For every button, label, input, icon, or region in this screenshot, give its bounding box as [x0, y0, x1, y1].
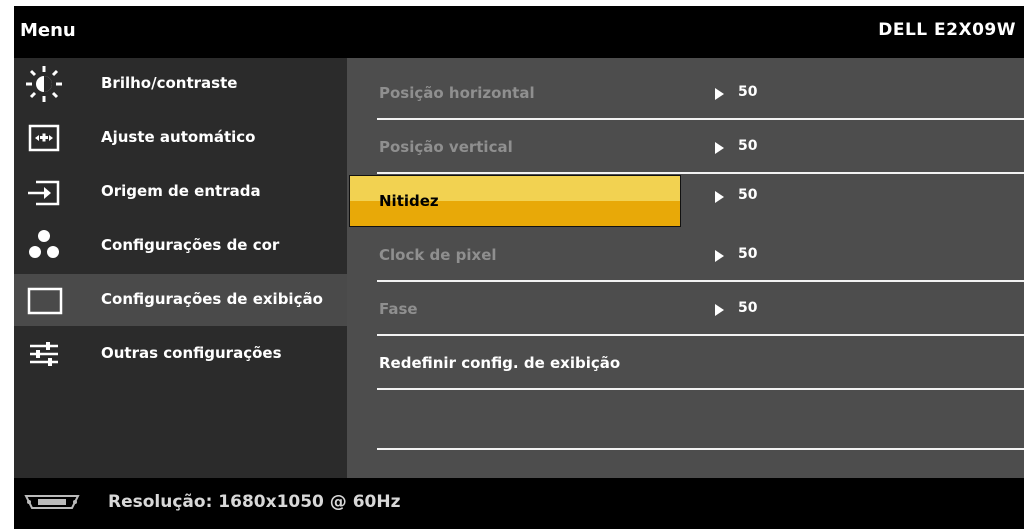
- brightness-contrast-icon: [26, 66, 62, 102]
- row-pixel-clock[interactable]: Clock de pixel 50: [347, 228, 1024, 282]
- sidebar-item-brightness-contrast[interactable]: Brilho/contraste: [14, 58, 347, 110]
- status-bar: Resolução: 1680x1050 @ 60Hz: [14, 478, 1024, 529]
- row-label: Redefinir config. de exibição: [379, 354, 621, 372]
- sidebar-item-other-settings[interactable]: Outras configurações: [14, 328, 347, 380]
- row-phase[interactable]: Fase 50: [347, 282, 1024, 336]
- sidebar-item-label: Configurações de cor: [101, 236, 280, 254]
- row-horizontal-position[interactable]: Posição horizontal 50: [347, 66, 1024, 120]
- play-arrow-icon: [715, 142, 724, 154]
- input-source-icon: [28, 180, 60, 206]
- sidebar-item-label: Configurações de exibição: [101, 290, 323, 308]
- sidebar-item-label: Outras configurações: [101, 344, 282, 362]
- monitor-osd: Menu DELL E2X09W Brilho/contraste Ajuste…: [14, 6, 1024, 529]
- row-empty: [347, 390, 1024, 450]
- sidebar-item-auto-adjust[interactable]: Ajuste automático: [14, 112, 347, 164]
- row-label: Clock de pixel: [379, 246, 497, 264]
- row-value: 50: [738, 300, 758, 316]
- divider: [377, 448, 1024, 450]
- row-label: Posição horizontal: [379, 84, 535, 102]
- play-arrow-icon: [715, 250, 724, 262]
- sidebar-item-label: Brilho/contraste: [101, 74, 238, 92]
- row-value: 50: [738, 84, 758, 100]
- row-label: Posição vertical: [379, 138, 513, 156]
- vga-connector-icon: [24, 495, 80, 509]
- sidebar-item-input-source[interactable]: Origem de entrada: [14, 166, 347, 218]
- row-value: 50: [738, 138, 758, 154]
- row-value: 50: [738, 246, 758, 262]
- resolution-text: Resolução: 1680x1050 @ 60Hz: [108, 492, 401, 512]
- menu-title: Menu: [20, 20, 76, 41]
- sidebar-item-label: Ajuste automático: [101, 128, 256, 146]
- top-bar: Menu DELL E2X09W: [14, 6, 1024, 58]
- display-settings-panel: Posição horizontal 50 Posição vertical 5…: [347, 58, 1024, 478]
- sidebar-menu: Brilho/contraste Ajuste automático Orige…: [14, 58, 347, 478]
- auto-adjust-icon: [28, 124, 60, 152]
- play-arrow-icon: [715, 88, 724, 100]
- row-label: Nitidez: [379, 192, 439, 210]
- display-settings-icon: [27, 287, 63, 315]
- sidebar-item-label: Origem de entrada: [101, 182, 261, 200]
- sidebar-item-color-settings[interactable]: Configurações de cor: [14, 220, 347, 272]
- row-value: 50: [738, 187, 758, 203]
- monitor-model: DELL E2X09W: [878, 20, 1016, 40]
- play-arrow-icon: [715, 304, 724, 316]
- row-reset-display[interactable]: Redefinir config. de exibição: [347, 336, 1024, 390]
- color-settings-icon: [29, 230, 59, 258]
- row-vertical-position[interactable]: Posição vertical 50: [347, 120, 1024, 174]
- row-label: Fase: [379, 300, 418, 318]
- row-sharpness[interactable]: Nitidez 50: [347, 170, 1024, 227]
- other-settings-icon: [30, 342, 58, 366]
- play-arrow-icon: [715, 191, 724, 203]
- sidebar-item-display-settings[interactable]: Configurações de exibição: [14, 274, 347, 326]
